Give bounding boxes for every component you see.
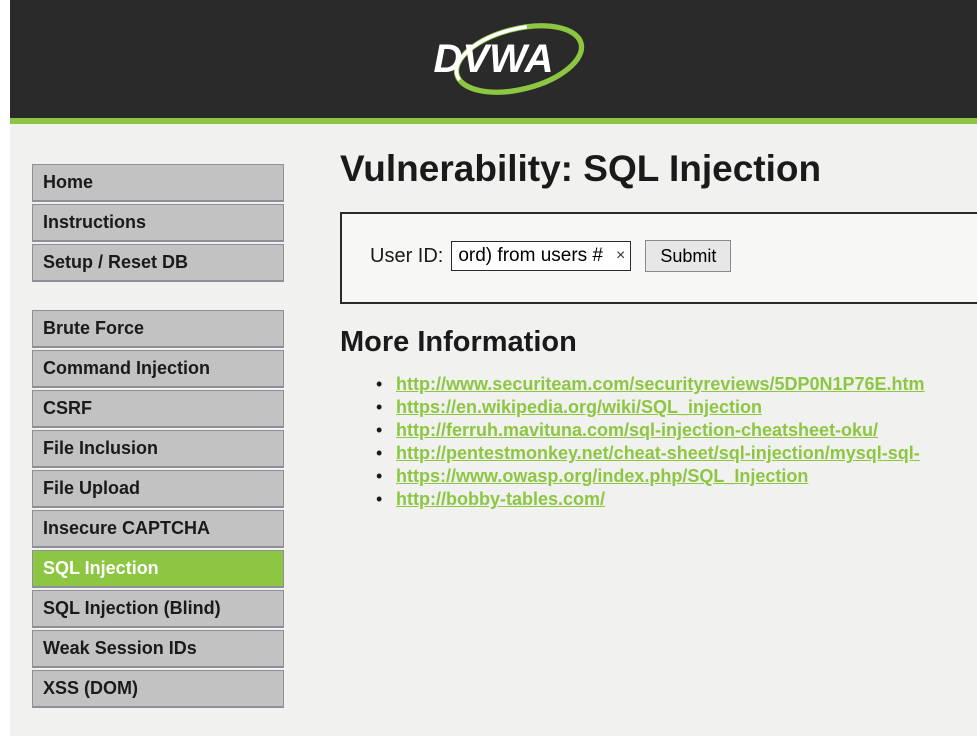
info-link[interactable]: http://ferruh.mavituna.com/sql-injection… bbox=[396, 420, 878, 440]
more-info-links: http://www.securiteam.com/securityreview… bbox=[340, 373, 977, 511]
sidebar-item-label: SQL Injection (Blind) bbox=[43, 598, 221, 618]
nav-group-general: Home Instructions Setup / Reset DB bbox=[32, 164, 294, 282]
sidebar-item-label: Home bbox=[43, 172, 93, 192]
sidebar-item-file-upload[interactable]: File Upload bbox=[32, 470, 284, 508]
sidebar: Home Instructions Setup / Reset DB Brute… bbox=[10, 124, 294, 736]
app-logo-text: DVWA bbox=[434, 37, 554, 82]
user-id-input[interactable] bbox=[451, 241, 631, 271]
sidebar-item-insecure-captcha[interactable]: Insecure CAPTCHA bbox=[32, 510, 284, 548]
list-item: http://pentestmonkey.net/cheat-sheet/sql… bbox=[396, 442, 977, 465]
submit-button[interactable]: Submit bbox=[645, 240, 731, 272]
sidebar-item-label: Weak Session IDs bbox=[43, 638, 197, 658]
info-link[interactable]: http://pentestmonkey.net/cheat-sheet/sql… bbox=[396, 443, 920, 463]
nav-group-vulns: Brute Force Command Injection CSRF File … bbox=[32, 310, 294, 708]
sidebar-item-instructions[interactable]: Instructions bbox=[32, 204, 284, 242]
app-logo: DVWA bbox=[434, 37, 554, 82]
clear-input-icon[interactable]: × bbox=[616, 248, 625, 264]
sidebar-item-label: Brute Force bbox=[43, 318, 144, 338]
list-item: https://en.wikipedia.org/wiki/SQL_inject… bbox=[396, 396, 977, 419]
sidebar-item-sql-injection[interactable]: SQL Injection bbox=[32, 550, 284, 588]
sidebar-item-label: XSS (DOM) bbox=[43, 678, 138, 698]
sidebar-item-label: Command Injection bbox=[43, 358, 210, 378]
more-info-heading: More Information bbox=[340, 326, 977, 359]
sidebar-item-label: Insecure CAPTCHA bbox=[43, 518, 210, 538]
user-id-label: User ID: bbox=[370, 245, 443, 268]
info-link[interactable]: https://en.wikipedia.org/wiki/SQL_inject… bbox=[396, 397, 762, 417]
sidebar-item-csrf[interactable]: CSRF bbox=[32, 390, 284, 428]
user-id-form: User ID: × Submit bbox=[340, 212, 977, 304]
sidebar-item-label: CSRF bbox=[43, 398, 92, 418]
sidebar-item-brute-force[interactable]: Brute Force bbox=[32, 310, 284, 348]
sidebar-item-home[interactable]: Home bbox=[32, 164, 284, 202]
sidebar-item-weak-session-ids[interactable]: Weak Session IDs bbox=[32, 630, 284, 668]
list-item: http://ferruh.mavituna.com/sql-injection… bbox=[396, 419, 977, 442]
sidebar-item-sql-injection-blind[interactable]: SQL Injection (Blind) bbox=[32, 590, 284, 628]
app-header: DVWA bbox=[0, 0, 977, 118]
info-link[interactable]: http://www.securiteam.com/securityreview… bbox=[396, 374, 925, 394]
page-title: Vulnerability: SQL Injection bbox=[340, 148, 977, 190]
sidebar-item-file-inclusion[interactable]: File Inclusion bbox=[32, 430, 284, 468]
sidebar-item-label: Instructions bbox=[43, 212, 146, 232]
main-content: Vulnerability: SQL Injection User ID: × … bbox=[294, 124, 977, 736]
sidebar-item-label: File Inclusion bbox=[43, 438, 158, 458]
list-item: http://www.securiteam.com/securityreview… bbox=[396, 373, 977, 396]
sidebar-item-label: Setup / Reset DB bbox=[43, 252, 188, 272]
list-item: http://bobby-tables.com/ bbox=[396, 488, 977, 511]
sidebar-item-setup[interactable]: Setup / Reset DB bbox=[32, 244, 284, 282]
sidebar-item-label: File Upload bbox=[43, 478, 140, 498]
info-link[interactable]: http://bobby-tables.com/ bbox=[396, 489, 605, 509]
sidebar-item-xss-dom[interactable]: XSS (DOM) bbox=[32, 670, 284, 708]
sidebar-item-label: SQL Injection bbox=[43, 558, 159, 578]
sidebar-item-command-injection[interactable]: Command Injection bbox=[32, 350, 284, 388]
info-link[interactable]: https://www.owasp.org/index.php/SQL_Inje… bbox=[396, 466, 808, 486]
list-item: https://www.owasp.org/index.php/SQL_Inje… bbox=[396, 465, 977, 488]
